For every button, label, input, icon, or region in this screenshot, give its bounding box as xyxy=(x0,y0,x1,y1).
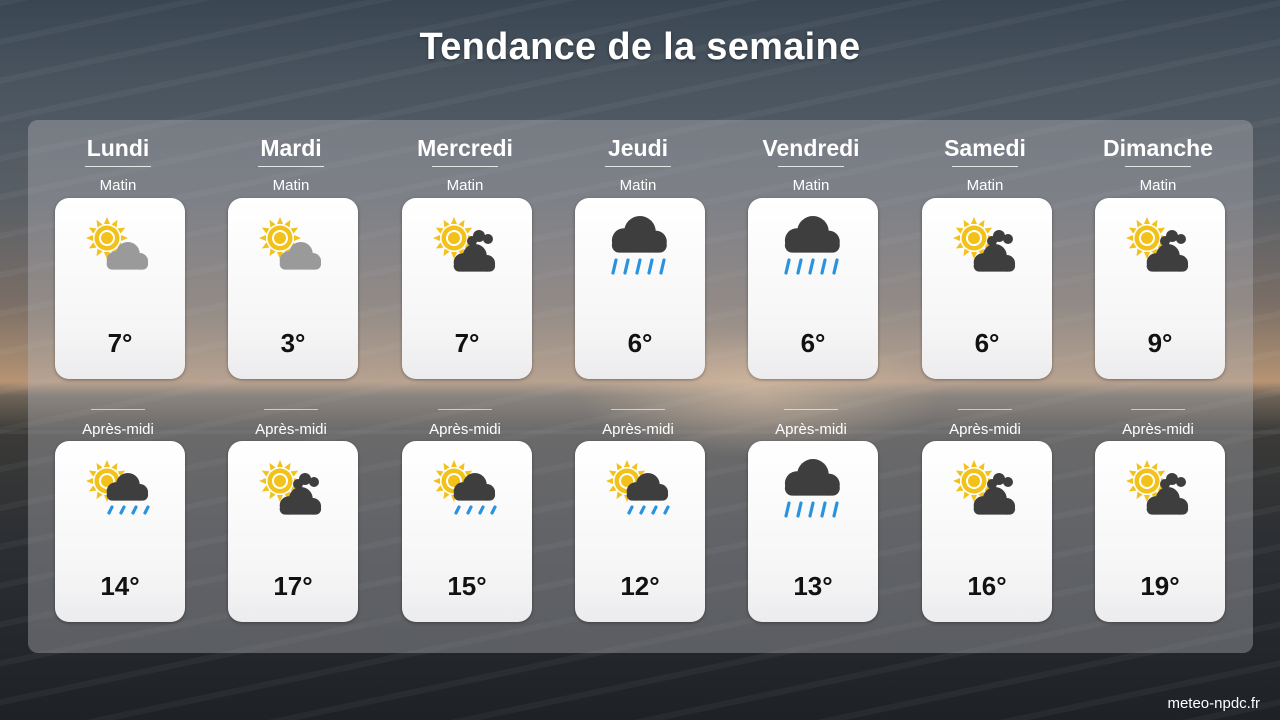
afternoon-card: 13° xyxy=(748,441,878,622)
morning-card: 6° xyxy=(575,198,705,379)
morning-card: 6° xyxy=(922,198,1052,379)
divider xyxy=(1125,166,1191,167)
morning-label: Matin xyxy=(792,177,830,194)
morning-label: Matin xyxy=(1139,177,1177,194)
day-name: Dimanche xyxy=(1103,135,1213,161)
divider xyxy=(432,166,498,167)
afternoon-temperature: 17° xyxy=(273,571,313,601)
divider xyxy=(784,409,838,410)
afternoon-label: Après-midi xyxy=(949,421,1021,438)
rain-cloud-icon xyxy=(605,214,675,284)
sun-behind-dark-cloud-icon xyxy=(952,457,1022,527)
afternoon-label: Après-midi xyxy=(1122,421,1194,438)
afternoon-label: Après-midi xyxy=(602,421,674,438)
morning-label: Matin xyxy=(99,177,137,194)
afternoon-card: 14° xyxy=(55,441,185,622)
divider xyxy=(778,166,844,167)
morning-card: 7° xyxy=(402,198,532,379)
sun-behind-dark-cloud-icon xyxy=(1125,214,1195,284)
sun-behind-dark-cloud-icon xyxy=(1125,457,1195,527)
divider xyxy=(952,166,1018,167)
afternoon-label: Après-midi xyxy=(429,421,501,438)
day-name: Mardi xyxy=(260,135,322,161)
divider xyxy=(1131,409,1185,410)
afternoon-card: 15° xyxy=(402,441,532,622)
day-name: Mercredi xyxy=(417,135,513,161)
divider xyxy=(958,409,1012,410)
page-title: Tendance de la semaine xyxy=(419,26,861,68)
morning-temperature: 6° xyxy=(974,328,1000,358)
day-column-dimanche: Dimanche Matin 9° Après-midi 19° xyxy=(1088,120,1228,653)
morning-label: Matin xyxy=(272,177,310,194)
morning-label: Matin xyxy=(619,177,657,194)
afternoon-temperature: 12° xyxy=(620,571,660,601)
day-name: Vendredi xyxy=(762,135,860,161)
divider xyxy=(258,166,324,167)
day-column-mercredi: Mercredi Matin 7° Après-midi 15° xyxy=(395,120,535,653)
divider xyxy=(605,166,671,167)
afternoon-card: 19° xyxy=(1095,441,1225,622)
divider xyxy=(611,409,665,410)
sun-cloud-light-rain-icon xyxy=(432,457,502,527)
day-name: Jeudi xyxy=(607,135,669,161)
morning-card: 6° xyxy=(748,198,878,379)
divider xyxy=(91,409,145,410)
afternoon-label: Après-midi xyxy=(255,421,327,438)
morning-label: Matin xyxy=(446,177,484,194)
day-column-jeudi: Jeudi Matin 6° Après-midi 12° xyxy=(568,120,708,653)
divider xyxy=(264,409,318,410)
afternoon-card: 12° xyxy=(575,441,705,622)
morning-temperature: 7° xyxy=(454,328,480,358)
day-column-lundi: Lundi Matin 7° Après-midi 14° xyxy=(48,120,188,653)
morning-temperature: 7° xyxy=(107,328,133,358)
morning-temperature: 9° xyxy=(1147,328,1173,358)
rain-cloud-icon xyxy=(778,214,848,284)
rain-cloud-icon xyxy=(778,457,848,527)
morning-card: 9° xyxy=(1095,198,1225,379)
morning-temperature: 6° xyxy=(627,328,653,358)
afternoon-label: Après-midi xyxy=(82,421,154,438)
afternoon-temperature: 13° xyxy=(793,571,833,601)
sun-behind-light-cloud-icon xyxy=(85,214,155,284)
afternoon-temperature: 14° xyxy=(100,571,140,601)
afternoon-temperature: 16° xyxy=(967,571,1007,601)
sun-behind-dark-cloud-icon xyxy=(258,457,328,527)
sun-cloud-light-rain-icon xyxy=(605,457,675,527)
day-name: Lundi xyxy=(86,135,150,161)
afternoon-temperature: 15° xyxy=(447,571,487,601)
sun-behind-light-cloud-icon xyxy=(258,214,328,284)
afternoon-temperature: 19° xyxy=(1140,571,1180,601)
day-column-mardi: Mardi Matin 3° Après-midi 17° xyxy=(221,120,361,653)
afternoon-card: 16° xyxy=(922,441,1052,622)
day-column-vendredi: Vendredi Matin 6° Après-midi 13° xyxy=(741,120,881,653)
morning-temperature: 3° xyxy=(280,328,306,358)
morning-card: 7° xyxy=(55,198,185,379)
sun-cloud-light-rain-icon xyxy=(85,457,155,527)
divider xyxy=(85,166,151,167)
source-credit: meteo-npdc.fr xyxy=(1167,695,1260,712)
morning-label: Matin xyxy=(966,177,1004,194)
day-name: Samedi xyxy=(944,135,1026,161)
sun-behind-dark-cloud-icon xyxy=(432,214,502,284)
afternoon-label: Après-midi xyxy=(775,421,847,438)
afternoon-card: 17° xyxy=(228,441,358,622)
morning-card: 3° xyxy=(228,198,358,379)
day-column-samedi: Samedi Matin 6° Après-midi 16° xyxy=(915,120,1055,653)
divider xyxy=(438,409,492,410)
sun-behind-dark-cloud-icon xyxy=(952,214,1022,284)
morning-temperature: 6° xyxy=(800,328,826,358)
